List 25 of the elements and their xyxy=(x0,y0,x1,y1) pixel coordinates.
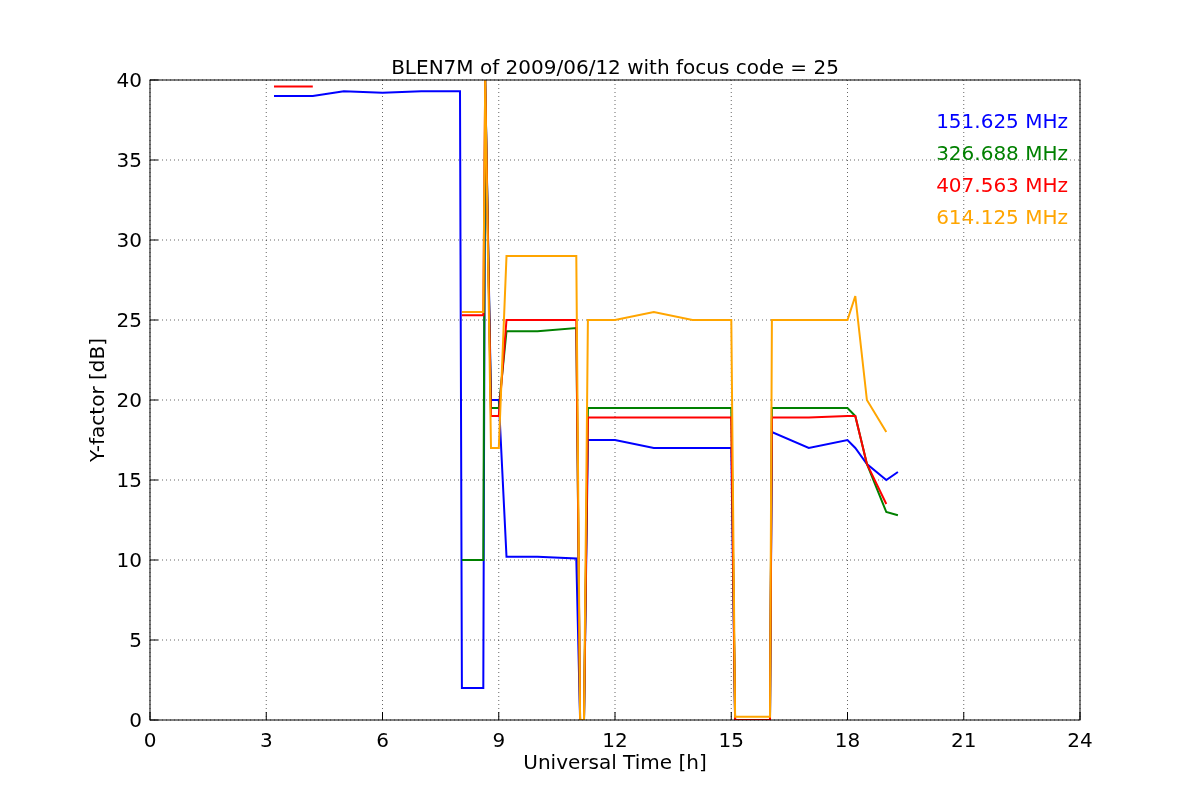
y-tick-label: 10 xyxy=(116,548,142,572)
legend-label: 614.125 MHz xyxy=(936,205,1068,229)
x-tick-label: 15 xyxy=(718,728,744,752)
y-tick-label: 40 xyxy=(116,68,142,92)
x-axis-label: Universal Time [h] xyxy=(523,750,707,774)
y-tick-label: 0 xyxy=(129,708,142,732)
y-tick-label: 30 xyxy=(116,228,142,252)
legend-label: 151.625 MHz xyxy=(936,109,1068,133)
x-tick-label: 12 xyxy=(602,728,628,752)
x-tick-label: 3 xyxy=(259,728,273,752)
x-tick-label: 21 xyxy=(951,728,977,752)
y-tick-label: 20 xyxy=(116,388,142,412)
x-tick-label: 24 xyxy=(1067,728,1093,752)
y-axis-label: Y-factor [dB] xyxy=(85,338,109,462)
y-tick-label: 5 xyxy=(129,628,142,652)
y-tick-label: 15 xyxy=(116,468,142,492)
y-tick-label: 25 xyxy=(116,308,142,332)
y-tick-label: 35 xyxy=(116,148,142,172)
legend-label: 407.563 MHz xyxy=(936,173,1068,197)
x-tick-label: 18 xyxy=(834,728,861,752)
x-tick-label: 9 xyxy=(492,728,506,752)
x-tick-label: 6 xyxy=(376,728,389,752)
x-tick-label: 0 xyxy=(143,728,157,752)
chart-title: BLEN7M of 2009/06/12 with focus code = 25 xyxy=(391,55,839,79)
legend-label: 326.688 MHz xyxy=(936,141,1068,165)
